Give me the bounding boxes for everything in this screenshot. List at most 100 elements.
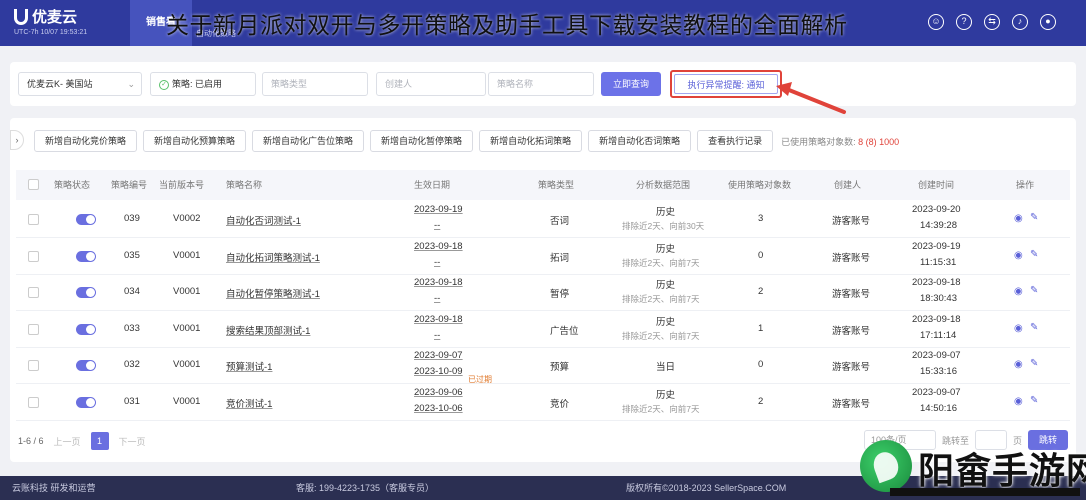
strategy-list-panel: › 新增自动化竞价策略 新增自动化预算策略 新增自动化广告位策略 新增自动化暂停… xyxy=(10,118,1076,462)
strategy-id: 032 xyxy=(124,359,140,370)
strategy-version: V0001 xyxy=(173,286,201,297)
filter-bar: 优麦云K- 美国站 ⌄ ✓ 策略: 已启用 策略类型 创建人 策略名称 立即查询 … xyxy=(10,62,1076,106)
table-row: 035 V0001 自动化拓词策略测试-1 2023-09-18 -- 拓词 历史 排除近2天… xyxy=(16,239,1070,275)
view-execution-log-button[interactable]: 查看执行记录 xyxy=(697,130,774,152)
status-toggle[interactable] xyxy=(76,250,96,262)
edit-pencil-icon[interactable]: ✎ xyxy=(1030,322,1038,333)
edit-pencil-icon[interactable]: ✎ xyxy=(1030,358,1038,369)
object-count: 0 xyxy=(758,359,764,370)
effective-start-date: 2023-09-07 xyxy=(414,350,463,361)
watermark-logo-icon xyxy=(860,440,912,492)
row-checkbox[interactable] xyxy=(28,396,39,408)
watermark-text: 阳畲手游网 xyxy=(918,451,1086,492)
strategy-name-input[interactable]: 策略名称 xyxy=(488,72,594,96)
status-toggle[interactable] xyxy=(76,323,96,335)
data-range-main: 历史 xyxy=(656,243,676,255)
query-button[interactable]: 立即查询 xyxy=(601,72,661,96)
created-date: 2023-09-07 xyxy=(912,386,961,398)
status-toggle[interactable] xyxy=(76,214,96,225)
app-logo[interactable]: 优麦云 xyxy=(14,6,77,27)
effective-start-date: 2023-09-18 xyxy=(414,277,463,288)
strategy-type: 广告位 xyxy=(550,325,579,337)
store-select[interactable]: 优麦云K- 美国站 ⌄ xyxy=(18,72,142,96)
execution-alert-button[interactable]: 执行异常提醒: 通知 xyxy=(674,74,778,94)
add-keyword-expand-strategy-button[interactable]: 新增自动化拓词策略 xyxy=(479,130,583,152)
effective-start-date: 2023-09-06 xyxy=(414,386,463,398)
row-checkbox[interactable] xyxy=(28,287,39,298)
table-row: 034 V0001 自动化暂停策略测试-1 2023-09-18 -- 暂停 历史 排除近2天… xyxy=(16,275,1070,311)
next-page-button[interactable]: 下一页 xyxy=(119,435,146,448)
strategy-name-link[interactable]: 自动化否词测试-1 xyxy=(226,213,301,227)
created-time: 17:11:14 xyxy=(920,329,957,341)
effective-end-date: 2023-10-06 xyxy=(414,402,463,414)
edit-pencil-icon[interactable]: ✎ xyxy=(1030,395,1038,406)
pagination: 1-6 / 6 上一页 1 下一页 xyxy=(18,432,146,450)
edit-pencil-icon[interactable]: ✎ xyxy=(1030,212,1038,223)
select-all-checkbox[interactable] xyxy=(28,179,39,190)
edit-pencil-icon[interactable]: ✎ xyxy=(1030,249,1038,260)
logo-text: 优麦云 xyxy=(32,9,78,26)
status-select[interactable]: ✓ 策略: 已启用 xyxy=(150,72,256,96)
strategy-version: V0001 xyxy=(173,395,201,407)
used-objects-value: 8 (8) 1000 xyxy=(858,136,900,147)
status-toggle[interactable] xyxy=(76,360,96,371)
created-date: 2023-09-18 xyxy=(912,313,961,325)
used-objects-count: 已使用策略对象数: 8 (8) 1000 xyxy=(781,135,899,148)
strategy-version: V0001 xyxy=(173,322,201,334)
add-pause-strategy-button[interactable]: 新增自动化暂停策略 xyxy=(370,130,474,152)
page-1-button[interactable]: 1 xyxy=(90,432,109,450)
bell-icon[interactable]: ♪ xyxy=(1012,14,1028,30)
prev-page-button[interactable]: 上一页 xyxy=(54,435,81,448)
collapse-sidebar-toggle[interactable]: › xyxy=(10,130,24,150)
add-budget-strategy-button[interactable]: 新增自动化预算策略 xyxy=(143,130,247,152)
strategy-name-link[interactable]: 预算测试-1 xyxy=(226,359,272,373)
th-object-count: 使用策略对象数 xyxy=(728,180,792,190)
creator: 游客账号 xyxy=(832,398,871,410)
used-objects-label: 已使用策略对象数: xyxy=(781,136,856,147)
row-checkbox[interactable] xyxy=(28,214,39,225)
data-range-detail: 排除近2天、向前7天 xyxy=(622,294,700,304)
view-eye-icon[interactable]: ◉ xyxy=(1014,213,1023,224)
creator-input[interactable]: 创建人 xyxy=(376,72,486,96)
created-date: 2023-09-07 xyxy=(912,350,961,361)
help-icon[interactable]: ? xyxy=(956,14,972,30)
table-row: 033 V0001 搜索结果顶部测试-1 2023-09-18 -- 广告位 历史 排除近2天… xyxy=(16,312,1070,348)
add-negative-keyword-strategy-button[interactable]: 新增自动化否词策略 xyxy=(588,130,692,152)
strategy-name-link[interactable]: 自动化拓词策略测试-1 xyxy=(226,250,320,264)
strategy-name-link[interactable]: 自动化暂停策略测试-1 xyxy=(226,286,320,300)
effective-end-date: -- xyxy=(434,293,441,304)
view-eye-icon[interactable]: ◉ xyxy=(1014,396,1023,407)
created-time: 11:15:31 xyxy=(920,256,957,268)
red-arrow-annotation xyxy=(776,82,846,114)
strategy-id: 035 xyxy=(124,249,140,261)
created-date: 2023-09-20 xyxy=(912,204,961,215)
strategy-type: 拓词 xyxy=(550,252,570,264)
add-bid-strategy-button[interactable]: 新增自动化竞价策略 xyxy=(34,130,138,152)
row-checkbox[interactable] xyxy=(28,323,39,335)
edit-pencil-icon[interactable]: ✎ xyxy=(1030,285,1038,296)
strategy-version: V0002 xyxy=(173,213,201,224)
alert-button-highlight[interactable]: 执行异常提醒: 通知 xyxy=(670,70,782,98)
avatar-icon[interactable]: ● xyxy=(1040,14,1056,30)
row-checkbox[interactable] xyxy=(28,360,39,371)
switch-icon[interactable]: ⇆ xyxy=(984,14,1000,30)
strategy-id: 034 xyxy=(124,286,140,297)
strategy-name-link[interactable]: 搜索结果顶部测试-1 xyxy=(226,323,310,337)
user-icon[interactable]: ☺ xyxy=(928,14,944,30)
view-eye-icon[interactable]: ◉ xyxy=(1014,359,1023,370)
view-eye-icon[interactable]: ◉ xyxy=(1014,250,1023,261)
th-data-range: 分析数据范围 xyxy=(636,180,691,190)
status-toggle[interactable] xyxy=(76,287,96,298)
row-checkbox[interactable] xyxy=(28,250,39,262)
view-eye-icon[interactable]: ◉ xyxy=(1014,323,1023,334)
strategy-type: 预算 xyxy=(550,362,570,373)
view-eye-icon[interactable]: ◉ xyxy=(1014,286,1023,297)
strategy-type-select[interactable]: 策略类型 xyxy=(262,72,368,96)
object-count: 1 xyxy=(758,322,764,334)
effective-end-date: -- xyxy=(434,220,441,231)
expired-badge: 已过期 xyxy=(468,375,492,384)
add-placement-strategy-button[interactable]: 新增自动化广告位策略 xyxy=(252,130,365,152)
creator: 游客账号 xyxy=(832,325,871,337)
strategy-name-link[interactable]: 竞价测试-1 xyxy=(226,396,272,410)
status-toggle[interactable] xyxy=(76,396,96,408)
